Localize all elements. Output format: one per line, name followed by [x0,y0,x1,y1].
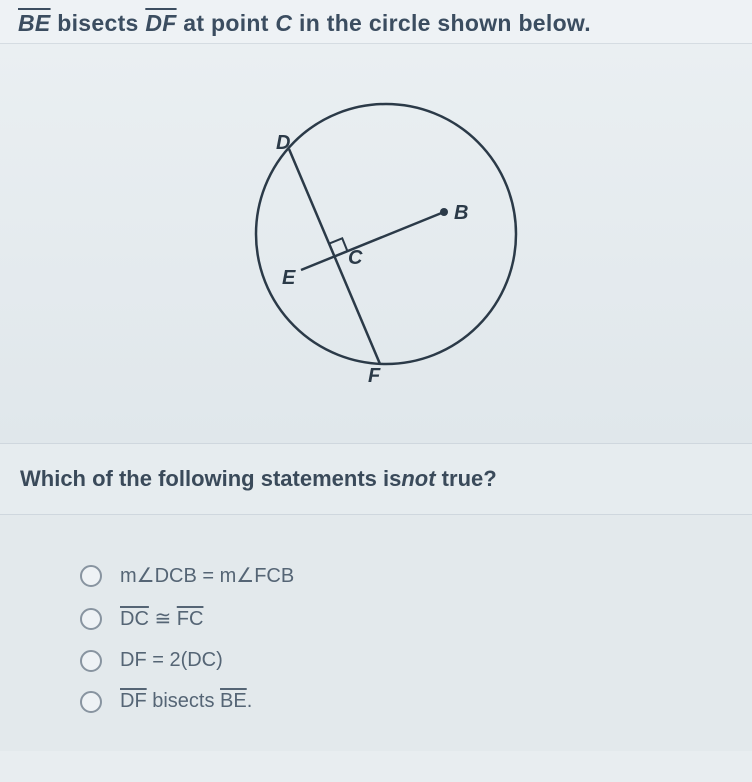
option-c-label: DF = 2(DC) [120,649,223,672]
point-C: C [275,10,292,36]
label-F: F [368,365,381,387]
option-b[interactable]: DC ≅ FC [80,606,692,631]
diagram-block: D B E C F [0,44,752,444]
radio-icon [80,691,102,713]
label-B: B [454,202,468,224]
label-C: C [348,247,363,269]
answers-block: m∠DCB = m∠FCB DC ≅ FC DF = 2(DC) DF bise… [0,515,752,751]
radio-icon [80,650,102,672]
question-prompt: Which of the following statements isnot … [0,444,752,515]
radio-icon [80,565,102,587]
option-d-label: DF bisects BE. [120,690,252,713]
option-a[interactable]: m∠DCB = m∠FCB [80,563,692,588]
option-c[interactable]: DF = 2(DC) [80,649,692,672]
segment-BE: BE [18,10,51,36]
option-d[interactable]: DF bisects BE. [80,690,692,713]
segment-DF: DF [145,10,176,36]
radio-icon [80,608,102,630]
option-a-label: m∠DCB = m∠FCB [120,563,294,588]
circle-diagram: D B E C F [196,64,556,424]
label-D: D [276,132,290,154]
question-header: BE bisects DF at point C in the circle s… [0,0,752,44]
option-b-label: DC ≅ FC [120,606,203,631]
label-E: E [282,267,296,289]
